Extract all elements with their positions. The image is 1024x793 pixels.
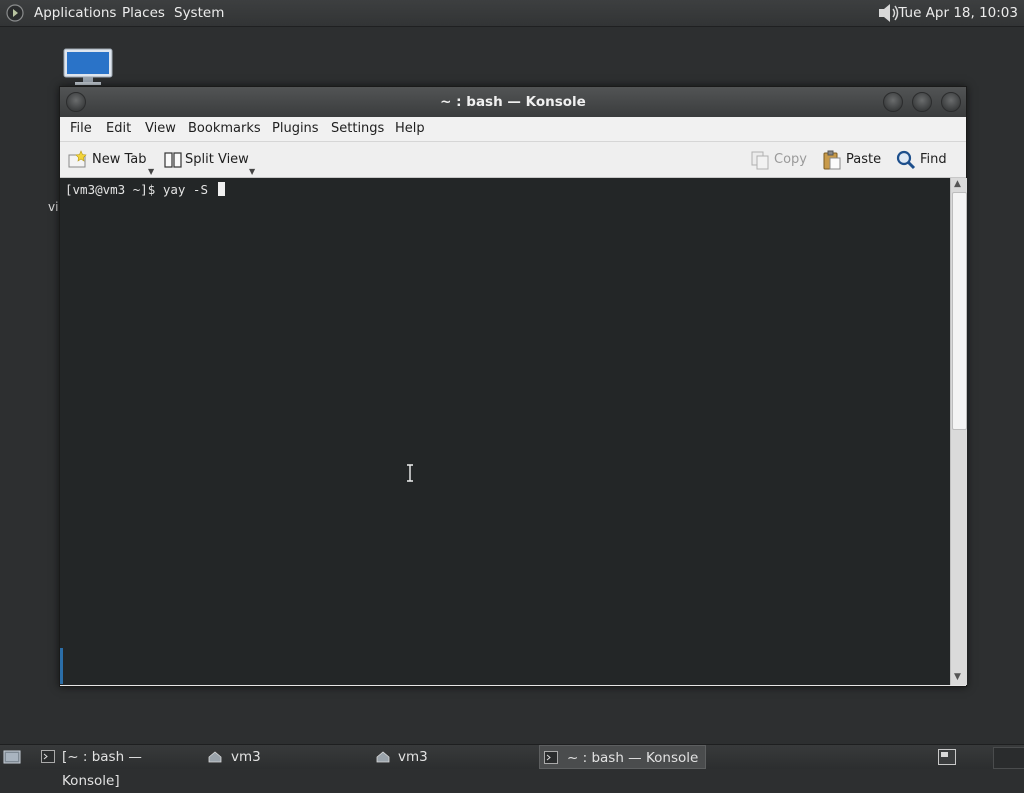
show-desktop-icon[interactable] bbox=[3, 749, 21, 765]
menu-file[interactable]: File bbox=[70, 117, 92, 141]
applications-menu[interactable]: Applications bbox=[34, 0, 116, 26]
minimize-button[interactable] bbox=[883, 92, 903, 112]
home-folder-icon bbox=[208, 751, 222, 763]
home-folder-icon bbox=[376, 751, 390, 763]
terminal-scrollbar[interactable]: ▲ ▼ bbox=[950, 178, 967, 685]
menu-view[interactable]: View bbox=[145, 117, 176, 141]
terminal-icon bbox=[544, 751, 558, 764]
find-icon bbox=[896, 150, 916, 170]
computer-desktop-icon[interactable] bbox=[63, 48, 113, 86]
terminal-prompt: [vm3@vm3 ~]$ yay -S bbox=[65, 182, 216, 197]
taskbar-item-vm3-folder[interactable]: vm3 bbox=[205, 745, 365, 769]
window-title: ~ : bash — Konsole bbox=[440, 94, 586, 110]
split-view-label: Split View bbox=[185, 152, 249, 167]
menu-plugins[interactable]: Plugins bbox=[272, 117, 319, 141]
copy-button[interactable]: Copy bbox=[750, 142, 807, 177]
close-button[interactable] bbox=[941, 92, 961, 112]
scroll-down-icon[interactable]: ▼ bbox=[954, 672, 961, 682]
taskbar-item-label: vm3 bbox=[398, 749, 428, 765]
bottom-panel: [~ : bash — Konsole] vm3 vm3 ~ : bash — … bbox=[0, 744, 1024, 789]
toolbar: New Tab ▼ Split View ▼ Copy Paste Find bbox=[60, 142, 966, 178]
copy-label: Copy bbox=[774, 152, 807, 167]
desktop-icon-label: vi bbox=[48, 200, 59, 214]
top-panel: Applications Places System Tue Apr 18, 1… bbox=[0, 0, 1024, 27]
workspace-switcher-icon[interactable] bbox=[938, 749, 956, 765]
taskbar-item-label: [~ : bash — Konsole] bbox=[62, 749, 142, 789]
menu-edit[interactable]: Edit bbox=[106, 117, 131, 141]
scroll-up-icon[interactable]: ▲ bbox=[954, 179, 961, 189]
new-tab-button[interactable]: New Tab ▼ bbox=[68, 142, 156, 177]
paste-label: Paste bbox=[846, 152, 882, 167]
menu-help[interactable]: Help bbox=[395, 117, 425, 141]
copy-icon bbox=[751, 151, 769, 170]
taskbar-item-konsole-minimized[interactable]: [~ : bash — Konsole] bbox=[38, 745, 198, 789]
terminal-cursor bbox=[217, 182, 225, 196]
taskbar-item-label: vm3 bbox=[231, 749, 261, 765]
clock[interactable]: Tue Apr 18, 10:03 bbox=[898, 0, 1018, 26]
new-tab-icon bbox=[68, 150, 87, 168]
terminal-icon bbox=[41, 750, 55, 763]
menu-bookmarks[interactable]: Bookmarks bbox=[188, 117, 261, 141]
maximize-button[interactable] bbox=[912, 92, 932, 112]
taskbar-item-label: ~ : bash — Konsole bbox=[567, 750, 699, 766]
places-menu[interactable]: Places bbox=[122, 0, 165, 26]
taskbar-item-konsole-active[interactable]: ~ : bash — Konsole bbox=[539, 745, 706, 769]
terminal-focus-marker bbox=[60, 648, 63, 684]
text-cursor-icon bbox=[407, 464, 413, 482]
terminal-line: [vm3@vm3 ~]$ yay -S bbox=[65, 182, 225, 197]
paste-button[interactable]: Paste bbox=[822, 142, 882, 177]
scrollbar-thumb[interactable] bbox=[952, 192, 967, 430]
applications-menu-icon[interactable] bbox=[6, 4, 24, 22]
window-titlebar[interactable]: ~ : bash — Konsole bbox=[60, 87, 966, 117]
find-button[interactable]: Find bbox=[896, 142, 952, 177]
split-view-icon bbox=[164, 152, 182, 168]
terminal-area[interactable]: [vm3@vm3 ~]$ yay -S bbox=[60, 178, 950, 685]
taskbar-item-vm3-folder-2[interactable]: vm3 bbox=[373, 745, 533, 769]
menubar: File Edit View Bookmarks Plugins Setting… bbox=[60, 117, 966, 142]
workspace-2[interactable] bbox=[993, 747, 1024, 769]
find-label: Find bbox=[920, 152, 947, 167]
menu-settings[interactable]: Settings bbox=[331, 117, 384, 141]
split-view-button[interactable]: Split View ▼ bbox=[163, 142, 259, 177]
konsole-window: ~ : bash — Konsole File Edit View Bookma… bbox=[59, 86, 967, 687]
new-tab-label: New Tab bbox=[92, 152, 147, 167]
system-menu[interactable]: System bbox=[174, 0, 224, 26]
paste-icon bbox=[823, 150, 841, 170]
